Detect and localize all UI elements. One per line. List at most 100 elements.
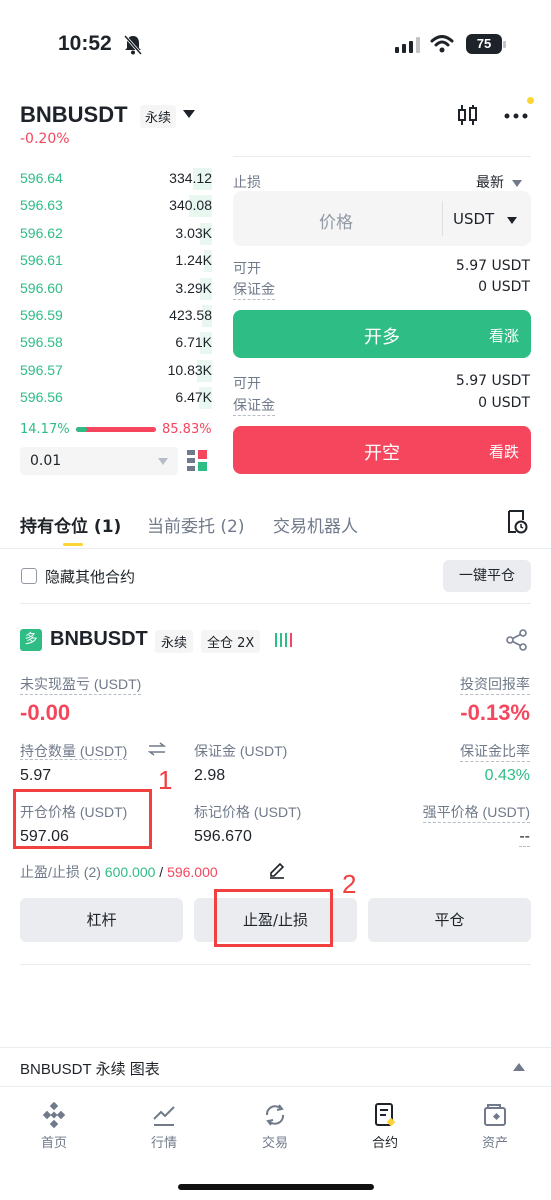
- long-margin-value: 0 USDT: [478, 279, 530, 295]
- nav-trade[interactable]: 交易: [240, 1102, 310, 1151]
- open-short-sub: 看跌: [488, 443, 519, 461]
- orderbook-row[interactable]: 596.59 423.58: [20, 303, 212, 330]
- price-input[interactable]: 价格 USDT: [233, 191, 531, 246]
- nav-futures-label: 合约: [371, 1136, 398, 1151]
- caret-down-icon[interactable]: [182, 109, 196, 119]
- margin-ratio-value: 0.43%: [484, 767, 530, 784]
- currency-value: USDT: [453, 210, 495, 228]
- orderbook-row[interactable]: 596.56 6.47K: [20, 385, 212, 412]
- orderbook-row[interactable]: 596.63 340.08: [20, 193, 212, 220]
- tab-positions[interactable]: 持有仓位 (1): [20, 512, 121, 537]
- notification-dot: [527, 97, 534, 104]
- close-all-button[interactable]: 一键平仓: [443, 560, 531, 592]
- orderbook-qty: 3.29K: [175, 279, 212, 296]
- short-margin-value: 0 USDT: [478, 395, 530, 411]
- stop-label[interactable]: 止损: [233, 172, 261, 192]
- edit-icon[interactable]: [268, 861, 286, 879]
- bell-off-icon: [124, 35, 142, 55]
- liq-price-label: 强平价格 (USDT): [422, 802, 530, 823]
- history-icon[interactable]: [506, 510, 528, 534]
- nav-home[interactable]: 首页: [19, 1102, 89, 1151]
- nav-assets[interactable]: 资产: [460, 1102, 530, 1151]
- buy-ratio: 14.17%: [20, 422, 70, 437]
- open-long-button[interactable]: 开多 看涨: [233, 310, 531, 358]
- tpsl-separator: /: [159, 864, 164, 880]
- signal-icon: [395, 37, 420, 53]
- unrealized-pnl-value: -0.00: [20, 700, 71, 725]
- stop-loss-value: 596.000: [167, 864, 218, 880]
- orderbook-row[interactable]: 596.60 3.29K: [20, 276, 212, 303]
- share-icon[interactable]: [506, 629, 528, 651]
- chart-line-icon: [153, 1106, 175, 1126]
- mark-price-value: 596.670: [194, 828, 252, 845]
- margin-ratio-label: 保证金比率: [460, 741, 530, 762]
- ratio-bar: [76, 427, 156, 432]
- orderbook-qty: 423.58: [169, 307, 212, 323]
- hide-others-label[interactable]: 隐藏其他合约: [45, 566, 135, 587]
- wifi-icon: [430, 35, 454, 53]
- chart-bar-label[interactable]: BNBUSDT 永续 图表: [20, 1058, 160, 1079]
- currency-select[interactable]: USDT: [453, 210, 517, 228]
- open-short-label: 开空: [364, 443, 400, 464]
- order-type-select[interactable]: 最新: [476, 172, 523, 192]
- tab-trading-bots[interactable]: 交易机器人: [273, 512, 358, 537]
- futures-doc-icon: [375, 1103, 396, 1127]
- tpsl-label: 止盈/止损 (2): [20, 864, 101, 880]
- short-margin-label: 保证金: [233, 395, 275, 416]
- book-layout-icon[interactable]: [187, 450, 209, 472]
- card-divider: [20, 964, 531, 965]
- short-available-label: 可开: [233, 376, 261, 392]
- leverage-button[interactable]: 杠杆: [20, 898, 183, 942]
- nav-markets[interactable]: 行情: [129, 1102, 199, 1151]
- hide-others-checkbox[interactable]: [21, 568, 37, 584]
- orderbook-price: 596.59: [20, 307, 63, 323]
- chart-bar-divider: [0, 1047, 551, 1048]
- precision-select[interactable]: 0.01: [20, 447, 178, 475]
- perp-tag: 永续: [140, 105, 177, 128]
- long-margin-label: 保证金: [233, 279, 275, 300]
- nav-home-label: 首页: [40, 1136, 67, 1151]
- orderbook-row[interactable]: 596.61 1.24K: [20, 248, 212, 275]
- open-long-sub: 看涨: [488, 327, 519, 345]
- nav-trade-label: 交易: [261, 1136, 288, 1151]
- status-time: 10:52: [58, 32, 112, 55]
- size-value: 5.97: [20, 767, 52, 784]
- orderbook-row[interactable]: 596.57 10.83K: [20, 358, 212, 385]
- price-placeholder: 价格: [319, 213, 353, 233]
- filter-divider: [20, 603, 531, 604]
- orderbook-row[interactable]: 596.64 334.12: [20, 166, 212, 193]
- orderbook-price: 596.60: [20, 279, 63, 296]
- nav-futures[interactable]: 合约: [350, 1102, 420, 1151]
- tab-active-indicator: [63, 543, 83, 546]
- long-badge: 多: [20, 629, 42, 651]
- close-position-button[interactable]: 平仓: [368, 898, 531, 942]
- tab-open-orders[interactable]: 当前委托 (2): [147, 512, 244, 537]
- annotation-number-1: 1: [158, 765, 173, 795]
- open-short-button[interactable]: 开空 看跌: [233, 426, 531, 474]
- orderbook-row[interactable]: 596.62 3.03K: [20, 221, 212, 248]
- position-perp-tag: 永续: [155, 630, 194, 653]
- battery-indicator: 75: [466, 34, 502, 54]
- orderbook-price: 596.58: [20, 334, 63, 351]
- orderbook-qty: 6.47K: [175, 389, 212, 406]
- orderbook-qty: 334.12: [169, 170, 212, 186]
- roi-label: 投资回报率: [460, 674, 530, 695]
- chevron-up-icon[interactable]: [513, 1063, 525, 1071]
- annotation-box-1: [13, 789, 152, 849]
- annotation-box-2: [214, 889, 333, 947]
- long-available-label: 可开: [233, 261, 261, 277]
- price-change: -0.20%: [20, 131, 70, 147]
- orderbook-price: 596.57: [20, 361, 63, 378]
- order-type-value: 最新: [476, 175, 504, 191]
- swap-icon[interactable]: [148, 742, 166, 756]
- candlestick-icon[interactable]: [457, 103, 479, 127]
- orderbook-row[interactable]: 596.58 6.71K: [20, 330, 212, 357]
- symbol-title[interactable]: BNBUSDT: [20, 102, 128, 128]
- size-label-text: 持仓数量 (USDT): [20, 743, 128, 760]
- orderbook-price: 596.62: [20, 224, 63, 241]
- size-label: 持仓数量 (USDT): [20, 741, 128, 761]
- form-top-divider: [233, 156, 531, 157]
- margin-mode-tag: 全仓 2X: [201, 630, 261, 653]
- more-icon[interactable]: [504, 112, 528, 120]
- sell-ratio: 85.83%: [162, 422, 212, 437]
